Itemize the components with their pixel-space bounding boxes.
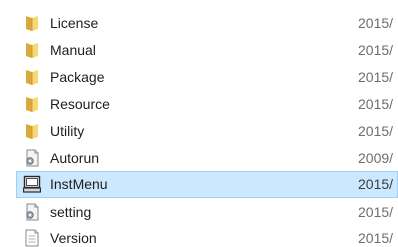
folder-icon: [23, 14, 41, 32]
file-name: Resource: [50, 96, 110, 112]
file-name: Utility: [50, 123, 85, 139]
file-name: Autorun: [50, 150, 100, 166]
file-name: Package: [50, 69, 105, 85]
settings-file-icon: [23, 149, 41, 167]
list-item-setting[interactable]: setting 2015/: [0, 199, 398, 225]
date-modified: 2015/: [358, 69, 394, 85]
date-modified: 2015/: [358, 123, 394, 139]
date-modified: 2015/: [358, 15, 394, 31]
folder-icon: [23, 95, 41, 113]
text-document-icon: [23, 229, 41, 247]
list-item-utility[interactable]: Utility 2015/: [0, 118, 398, 144]
file-name: Version: [50, 230, 97, 246]
date-modified: 2015/: [358, 176, 394, 192]
list-item-instmenu[interactable]: InstMenu 2015/: [16, 171, 398, 198]
folder-icon: [23, 122, 41, 140]
file-name: Manual: [50, 42, 96, 58]
date-modified: 2015/: [358, 204, 394, 220]
folder-icon: [23, 68, 41, 86]
file-name: InstMenu: [50, 176, 108, 192]
list-item-resource[interactable]: Resource 2015/: [0, 91, 398, 117]
application-icon: [22, 175, 42, 193]
list-item-license[interactable]: License 2015/: [0, 10, 398, 36]
date-modified: 2015/: [358, 42, 394, 58]
list-item-manual[interactable]: Manual 2015/: [0, 37, 398, 63]
list-item-package[interactable]: Package 2015/: [0, 64, 398, 90]
file-list: License 2015/ Manual 2015/ Package 2015/: [0, 0, 398, 247]
list-item-version[interactable]: Version 2015/: [0, 225, 398, 247]
file-name: License: [50, 15, 99, 31]
date-modified: 2015/: [358, 230, 394, 246]
settings-file-icon: [23, 203, 41, 221]
folder-icon: [23, 41, 41, 59]
date-modified: 2015/: [358, 96, 394, 112]
list-item-autorun[interactable]: Autorun 2009/: [0, 145, 398, 171]
file-name: setting: [50, 204, 92, 220]
date-modified: 2009/: [358, 150, 394, 166]
